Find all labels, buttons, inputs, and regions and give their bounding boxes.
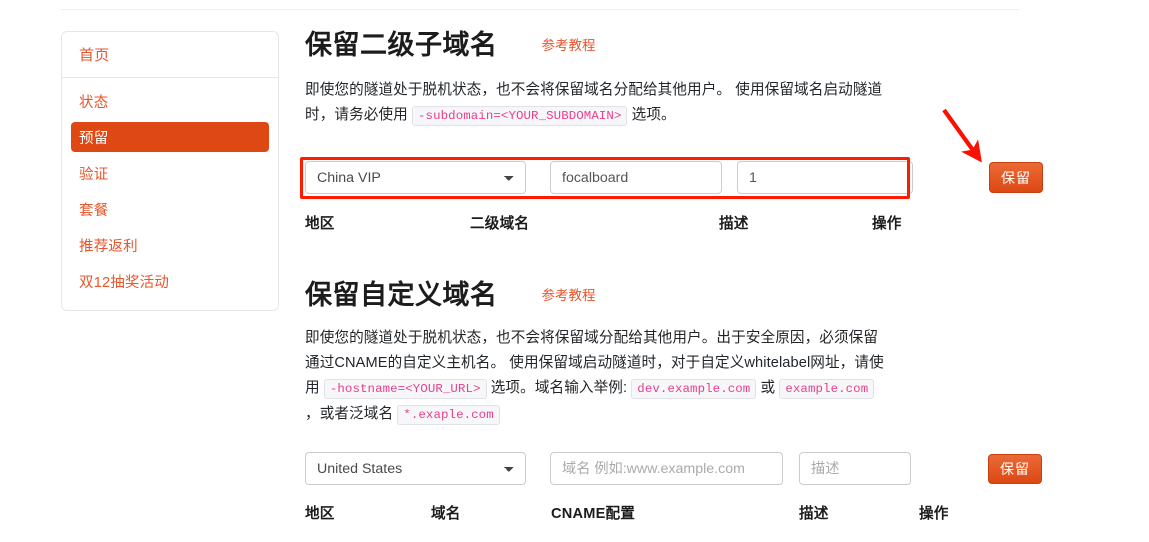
- sidebar-item-label: 预留: [79, 130, 109, 147]
- table-header-desc: 描述: [799, 506, 829, 522]
- section-description: 即使您的隧道处于脱机状态，也不会将保留域名分配给其他用户。 使用保留域名启动隧道…: [305, 78, 883, 129]
- table-header-region: 地区: [305, 216, 335, 232]
- page-root: 首页 状态 预留 验证 套餐 推荐返利 双12抽奖活动 保留二级子域名 参考教程…: [0, 0, 1149, 542]
- section-title: 保留自定义域名: [305, 280, 498, 310]
- subdomain-input[interactable]: [550, 161, 722, 194]
- reference-tutorial-link[interactable]: 参考教程: [542, 284, 596, 304]
- code-snippet-wildcard: *.exaple.com: [397, 405, 500, 425]
- reserve-domain-button[interactable]: 保留: [988, 453, 1042, 484]
- section-reserve-subdomain: 保留二级子域名 参考教程 即使您的隧道处于脱机状态，也不会将保留域名分配给其他用…: [305, 28, 1065, 129]
- subdomain-table-header: 地区 二级域名 描述 操作: [305, 212, 925, 232]
- sidebar-nav: 首页 状态 预留 验证 套餐 推荐返利 双12抽奖活动: [61, 31, 279, 311]
- sidebar-item-list: 状态 预留 验证 套餐 推荐返利 双12抽奖活动: [62, 78, 278, 310]
- page-title: 保留二级子域名: [305, 30, 498, 60]
- table-header-cname: CNAME配置: [551, 506, 636, 522]
- description-text-part: 选项。: [627, 107, 676, 123]
- top-divider: [61, 9, 1019, 10]
- description-text-part: 或: [756, 380, 780, 396]
- section-description: 即使您的隧道处于脱机状态，也不会将保留域分配给其他用户。出于安全原因，必须保留通…: [305, 326, 887, 428]
- table-header-action: 操作: [872, 216, 902, 232]
- sidebar-item-label: 套餐: [79, 202, 109, 219]
- sidebar-item-label: 推荐返利: [79, 238, 138, 255]
- code-snippet-subdomain-flag: -subdomain=<YOUR_SUBDOMAIN>: [412, 106, 628, 126]
- sidebar-home-label: 首页: [79, 47, 110, 64]
- reserve-subdomain-button[interactable]: 保留: [989, 162, 1043, 193]
- table-header-subdomain: 二级域名: [470, 216, 530, 232]
- description-input[interactable]: [799, 452, 911, 485]
- region-select[interactable]: United StatesChina VIP: [305, 452, 526, 485]
- sidebar-item-reserved[interactable]: 预留: [71, 122, 269, 152]
- table-header-action: 操作: [919, 506, 949, 522]
- sidebar-item-plans[interactable]: 套餐: [71, 194, 269, 224]
- description-text-part: 选项。域名输入举例:: [486, 380, 632, 396]
- reserve-custom-domain-form: United StatesChina VIP 保留: [305, 452, 1042, 485]
- section-reserve-custom-domain: 保留自定义域名 参考教程 即使您的隧道处于脱机状态，也不会将保留域分配给其他用户…: [305, 278, 1065, 428]
- section-title-row: 保留自定义域名 参考教程: [305, 278, 1065, 312]
- region-select[interactable]: China VIPUnited States: [305, 161, 526, 194]
- reference-tutorial-link[interactable]: 参考教程: [542, 34, 596, 54]
- table-header-region: 地区: [305, 506, 335, 522]
- sidebar-item-lottery[interactable]: 双12抽奖活动: [71, 266, 269, 296]
- domain-table-header: 地区 域名 CNAME配置 描述 操作: [305, 502, 1005, 522]
- domain-input[interactable]: [550, 452, 783, 485]
- code-snippet-dev-example: dev.example.com: [631, 379, 757, 399]
- description-text-part: ，或者泛域名: [305, 406, 398, 422]
- section-title-row: 保留二级子域名 参考教程: [305, 28, 1065, 62]
- table-header-domain: 域名: [431, 506, 461, 522]
- sidebar-item-verify[interactable]: 验证: [71, 158, 269, 188]
- code-snippet-example: example.com: [779, 379, 875, 399]
- sidebar-item-label: 双12抽奖活动: [79, 274, 170, 291]
- sidebar-item-home[interactable]: 首页: [62, 32, 278, 78]
- sidebar-item-referral[interactable]: 推荐返利: [71, 230, 269, 260]
- sidebar-item-status[interactable]: 状态: [71, 86, 269, 116]
- table-header-desc: 描述: [719, 216, 749, 232]
- code-snippet-hostname-flag: -hostname=<YOUR_URL>: [323, 379, 487, 399]
- reserve-subdomain-form: China VIPUnited States 保留: [305, 161, 1043, 194]
- sidebar-item-label: 状态: [79, 94, 109, 111]
- sidebar-item-label: 验证: [79, 166, 109, 183]
- description-input[interactable]: [737, 161, 913, 194]
